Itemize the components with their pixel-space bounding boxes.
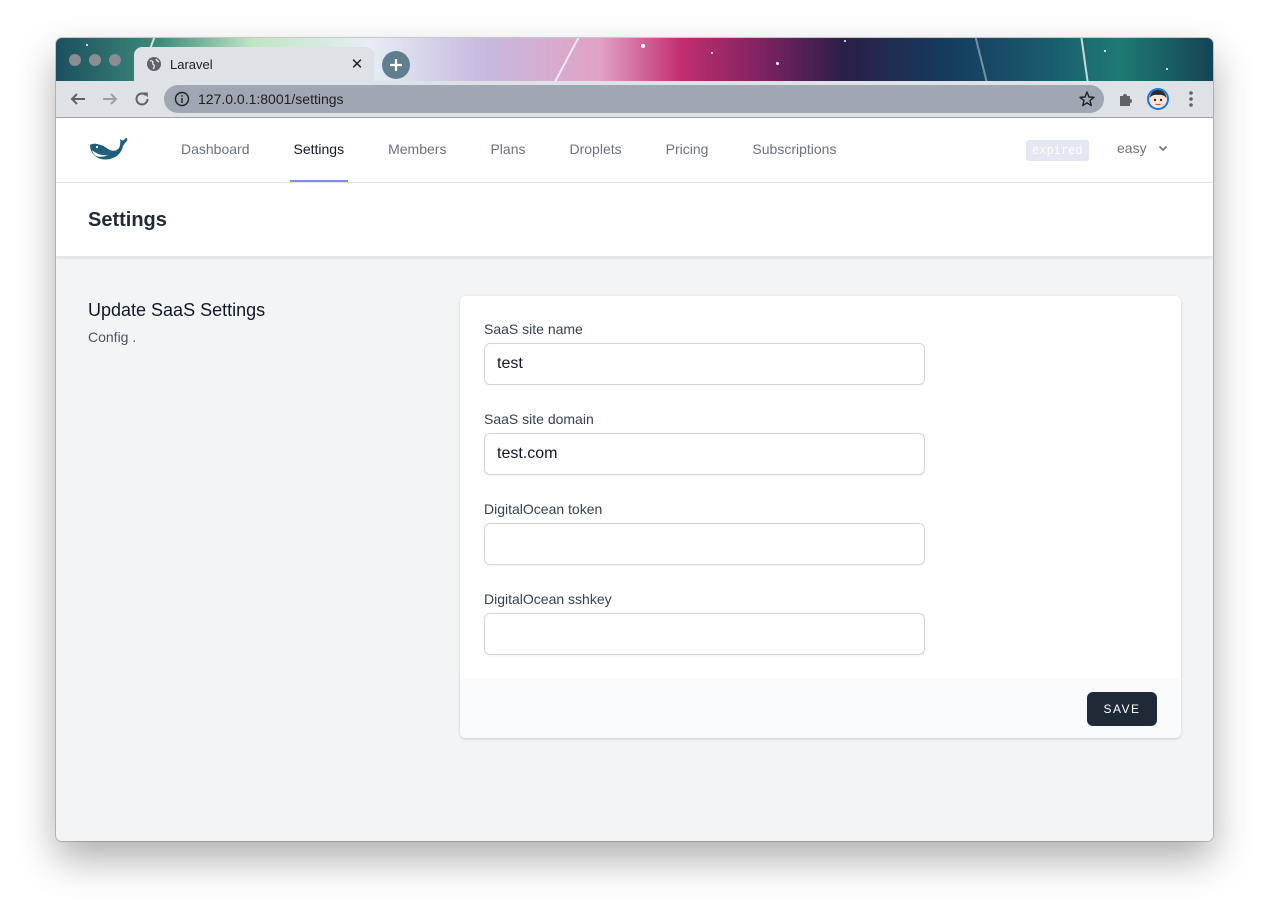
section-description: Config .: [88, 329, 137, 345]
field-site-name: SaaS site name: [484, 321, 925, 385]
site-domain-input[interactable]: [484, 433, 925, 475]
nav-link-plans[interactable]: Plans: [486, 118, 529, 182]
reload-icon: [135, 92, 149, 106]
decor-streak: [972, 38, 992, 81]
decor-star: [641, 44, 645, 48]
page-title: Settings: [88, 209, 167, 231]
site-domain-label: SaaS site domain: [484, 411, 594, 427]
globe-icon: [147, 57, 161, 71]
profile-avatar[interactable]: [1146, 87, 1170, 111]
forward-button[interactable]: [98, 87, 122, 111]
back-arrow-icon: [70, 93, 85, 105]
plus-icon: [390, 59, 402, 71]
decor-star: [711, 52, 713, 54]
do-sshkey-label: DigitalOcean sshkey: [484, 591, 612, 607]
puzzle-icon: [1120, 94, 1132, 106]
section-title: Update SaaS Settings: [88, 300, 266, 320]
browser-tab[interactable]: Laravel ✕: [134, 47, 374, 81]
decor-star: [1104, 50, 1106, 52]
decor-streak: [547, 38, 583, 81]
extensions-button[interactable]: [1114, 87, 1138, 111]
save-button[interactable]: SAVE: [1087, 692, 1157, 726]
do-token-label: DigitalOcean token: [484, 501, 603, 517]
browser-menu-button[interactable]: [1179, 87, 1203, 111]
status-badge: expired: [1026, 140, 1089, 161]
reload-button[interactable]: [130, 87, 154, 111]
kebab-menu-icon: [1189, 91, 1193, 107]
new-tab-button[interactable]: [382, 51, 410, 79]
close-tab-icon[interactable]: ✕: [346, 53, 368, 75]
decor-star: [776, 62, 779, 65]
window-zoom-dot[interactable]: [109, 54, 121, 66]
decor-star: [1166, 68, 1168, 70]
nav-link-droplets[interactable]: Droplets: [565, 118, 625, 182]
do-sshkey-input[interactable]: [484, 613, 925, 655]
browser-toolbar: 127.0.0.1:8001/settings: [56, 81, 1213, 118]
whale-logo-icon[interactable]: [88, 134, 132, 164]
decor-star: [86, 44, 88, 46]
settings-form-card: SaaS site name SaaS site domain DigitalO…: [460, 296, 1181, 738]
field-site-domain: SaaS site domain: [484, 411, 925, 475]
url-text[interactable]: 127.0.0.1:8001/settings: [198, 91, 1078, 107]
top-navigation: Dashboard Settings Members Plans Droplets Pri…: [56, 118, 1213, 183]
user-name: easy: [1117, 140, 1147, 156]
field-do-sshkey: DigitalOcean sshkey: [484, 591, 925, 655]
window-minimize-dot[interactable]: [89, 54, 101, 66]
avatar-icon: [1147, 88, 1169, 110]
info-icon[interactable]: [174, 91, 190, 107]
nav-link-settings[interactable]: Settings: [289, 118, 349, 182]
form-footer: SAVE: [460, 678, 1181, 738]
back-button[interactable]: [66, 87, 90, 111]
address-bar[interactable]: 127.0.0.1:8001/settings: [164, 85, 1104, 113]
tab-title: Laravel: [170, 56, 213, 72]
forward-arrow-icon: [103, 93, 118, 105]
user-dropdown[interactable]: easy: [1117, 140, 1169, 156]
decor-star: [844, 40, 846, 42]
do-token-input[interactable]: [484, 523, 925, 565]
field-do-token: DigitalOcean token: [484, 501, 925, 565]
nav-links: Dashboard Settings Members Plans Droplets Pri…: [177, 118, 840, 182]
nav-link-pricing[interactable]: Pricing: [662, 118, 713, 182]
section-header: Update SaaS Settings Config .: [88, 300, 265, 345]
nav-link-dashboard[interactable]: Dashboard: [177, 118, 254, 182]
tab-strip: Laravel ✕: [56, 38, 1213, 81]
nav-link-members[interactable]: Members: [384, 118, 450, 182]
decor-streak: [1079, 38, 1091, 81]
page-viewport: Dashboard Settings Members Plans Droplets Pri…: [56, 118, 1213, 841]
nav-link-subscriptions[interactable]: Subscriptions: [748, 118, 840, 182]
page-header: Settings: [56, 183, 1213, 257]
browser-window: Laravel ✕ 127.0.0.1:8001/settings Dashbo…: [56, 38, 1213, 841]
site-name-label: SaaS site name: [484, 321, 583, 337]
site-name-input[interactable]: [484, 343, 925, 385]
bookmark-star-icon[interactable]: [1078, 90, 1096, 108]
chevron-down-icon: [1158, 145, 1167, 152]
window-close-dot[interactable]: [69, 54, 81, 66]
